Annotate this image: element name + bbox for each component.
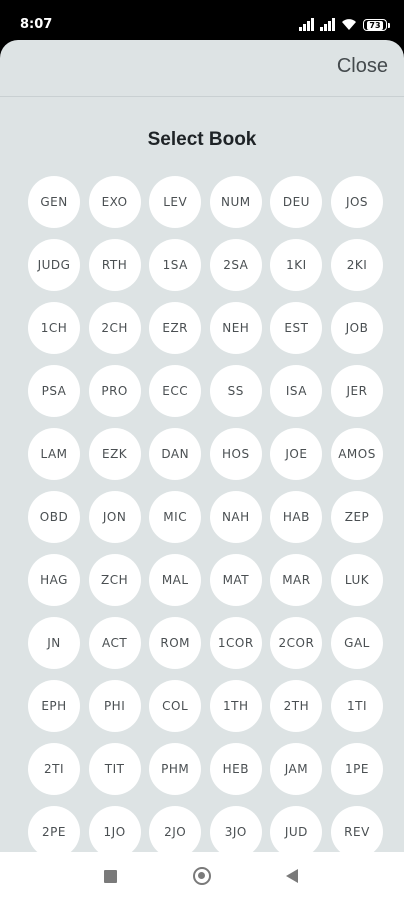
- book-button-jos[interactable]: JOS: [331, 176, 383, 228]
- book-button-phm[interactable]: PHM: [149, 743, 202, 795]
- book-button-judg[interactable]: JUDG: [28, 239, 80, 291]
- book-button-psa[interactable]: PSA: [28, 365, 80, 417]
- book-button-1cor[interactable]: 1COR: [209, 617, 262, 669]
- book-select-sheet: Close Select Book GEN EXO LEV NUM DEU JOS JUDG…: [0, 40, 404, 852]
- book-button-gal[interactable]: GAL: [331, 617, 383, 669]
- close-button[interactable]: Close: [337, 55, 388, 78]
- book-button-jer[interactable]: JER: [331, 365, 383, 417]
- book-button-jn[interactable]: JN: [28, 617, 80, 669]
- book-button-1sa[interactable]: 1SA: [149, 239, 202, 291]
- book-button-mic[interactable]: MIC: [149, 491, 202, 543]
- battery-level: 73: [367, 20, 383, 30]
- book-button-jon[interactable]: JON: [88, 491, 141, 543]
- book-button-neh[interactable]: NEH: [209, 302, 262, 354]
- book-button-ecc[interactable]: ECC: [149, 365, 202, 417]
- book-button-rev[interactable]: REV: [331, 806, 383, 852]
- book-button-pro[interactable]: PRO: [88, 365, 141, 417]
- book-button-phi[interactable]: PHI: [88, 680, 141, 732]
- book-button-2sa[interactable]: 2SA: [209, 239, 262, 291]
- book-button-2pe[interactable]: 2PE: [28, 806, 80, 852]
- book-button-mat[interactable]: MAT: [209, 554, 262, 606]
- book-button-2ch[interactable]: 2CH: [88, 302, 141, 354]
- book-button-deu[interactable]: DEU: [270, 176, 323, 228]
- sheet-header: Close: [0, 40, 404, 97]
- book-button-3jo[interactable]: 3JO: [209, 806, 262, 852]
- book-button-lam[interactable]: LAM: [28, 428, 80, 480]
- book-button-1ki[interactable]: 1KI: [270, 239, 323, 291]
- book-button-1jo[interactable]: 1JO: [88, 806, 141, 852]
- book-button-mar[interactable]: MAR: [270, 554, 323, 606]
- book-button-heb[interactable]: HEB: [209, 743, 262, 795]
- book-button-2cor[interactable]: 2COR: [270, 617, 323, 669]
- book-button-luk[interactable]: LUK: [331, 554, 383, 606]
- book-button-jam[interactable]: JAM: [270, 743, 323, 795]
- home-icon[interactable]: [193, 867, 211, 885]
- book-button-ss[interactable]: SS: [209, 365, 262, 417]
- book-button-est[interactable]: EST: [270, 302, 323, 354]
- book-button-1th[interactable]: 1TH: [209, 680, 262, 732]
- book-button-num[interactable]: NUM: [209, 176, 262, 228]
- book-button-job[interactable]: JOB: [331, 302, 383, 354]
- book-button-zch[interactable]: ZCH: [88, 554, 141, 606]
- book-button-1ti[interactable]: 1TI: [331, 680, 383, 732]
- book-button-rth[interactable]: RTH: [88, 239, 141, 291]
- book-button-hag[interactable]: HAG: [28, 554, 80, 606]
- book-button-col[interactable]: COL: [149, 680, 202, 732]
- status-time: 8:07: [20, 17, 53, 32]
- book-button-hos[interactable]: HOS: [209, 428, 262, 480]
- recents-icon[interactable]: [104, 870, 117, 883]
- navigation-bar: [0, 852, 404, 900]
- status-icons: 73: [299, 15, 390, 31]
- book-button-isa[interactable]: ISA: [270, 365, 323, 417]
- book-button-ezr[interactable]: EZR: [149, 302, 202, 354]
- sheet-title: Select Book: [147, 129, 257, 150]
- book-button-act[interactable]: ACT: [88, 617, 141, 669]
- book-button-2ti[interactable]: 2TI: [28, 743, 80, 795]
- book-button-dan[interactable]: DAN: [149, 428, 202, 480]
- status-bar: 8:07 73: [0, 0, 404, 40]
- signal-icon: [320, 17, 335, 31]
- book-button-jud[interactable]: JUD: [270, 806, 323, 852]
- book-button-2jo[interactable]: 2JO: [149, 806, 202, 852]
- book-button-gen[interactable]: GEN: [28, 176, 80, 228]
- book-button-1pe[interactable]: 1PE: [331, 743, 383, 795]
- book-button-nah[interactable]: NAH: [209, 491, 262, 543]
- book-button-joe[interactable]: JOE: [270, 428, 323, 480]
- battery-icon: 73: [363, 19, 390, 31]
- signal-icon: [299, 17, 314, 31]
- book-button-zep[interactable]: ZEP: [331, 491, 383, 543]
- book-button-lev[interactable]: LEV: [149, 176, 202, 228]
- book-button-tit[interactable]: TIT: [88, 743, 141, 795]
- book-button-ezk[interactable]: EZK: [88, 428, 141, 480]
- book-button-hab[interactable]: HAB: [270, 491, 323, 543]
- back-icon[interactable]: [286, 869, 298, 883]
- wifi-icon: [342, 19, 356, 30]
- book-button-2ki[interactable]: 2KI: [331, 239, 383, 291]
- book-button-1ch[interactable]: 1CH: [28, 302, 80, 354]
- book-button-exo[interactable]: EXO: [88, 176, 141, 228]
- book-button-2th[interactable]: 2TH: [270, 680, 323, 732]
- book-button-eph[interactable]: EPH: [28, 680, 80, 732]
- book-button-rom[interactable]: ROM: [149, 617, 202, 669]
- book-button-obd[interactable]: OBD: [28, 491, 80, 543]
- book-button-mal[interactable]: MAL: [149, 554, 202, 606]
- book-button-amos[interactable]: AMOS: [331, 428, 383, 480]
